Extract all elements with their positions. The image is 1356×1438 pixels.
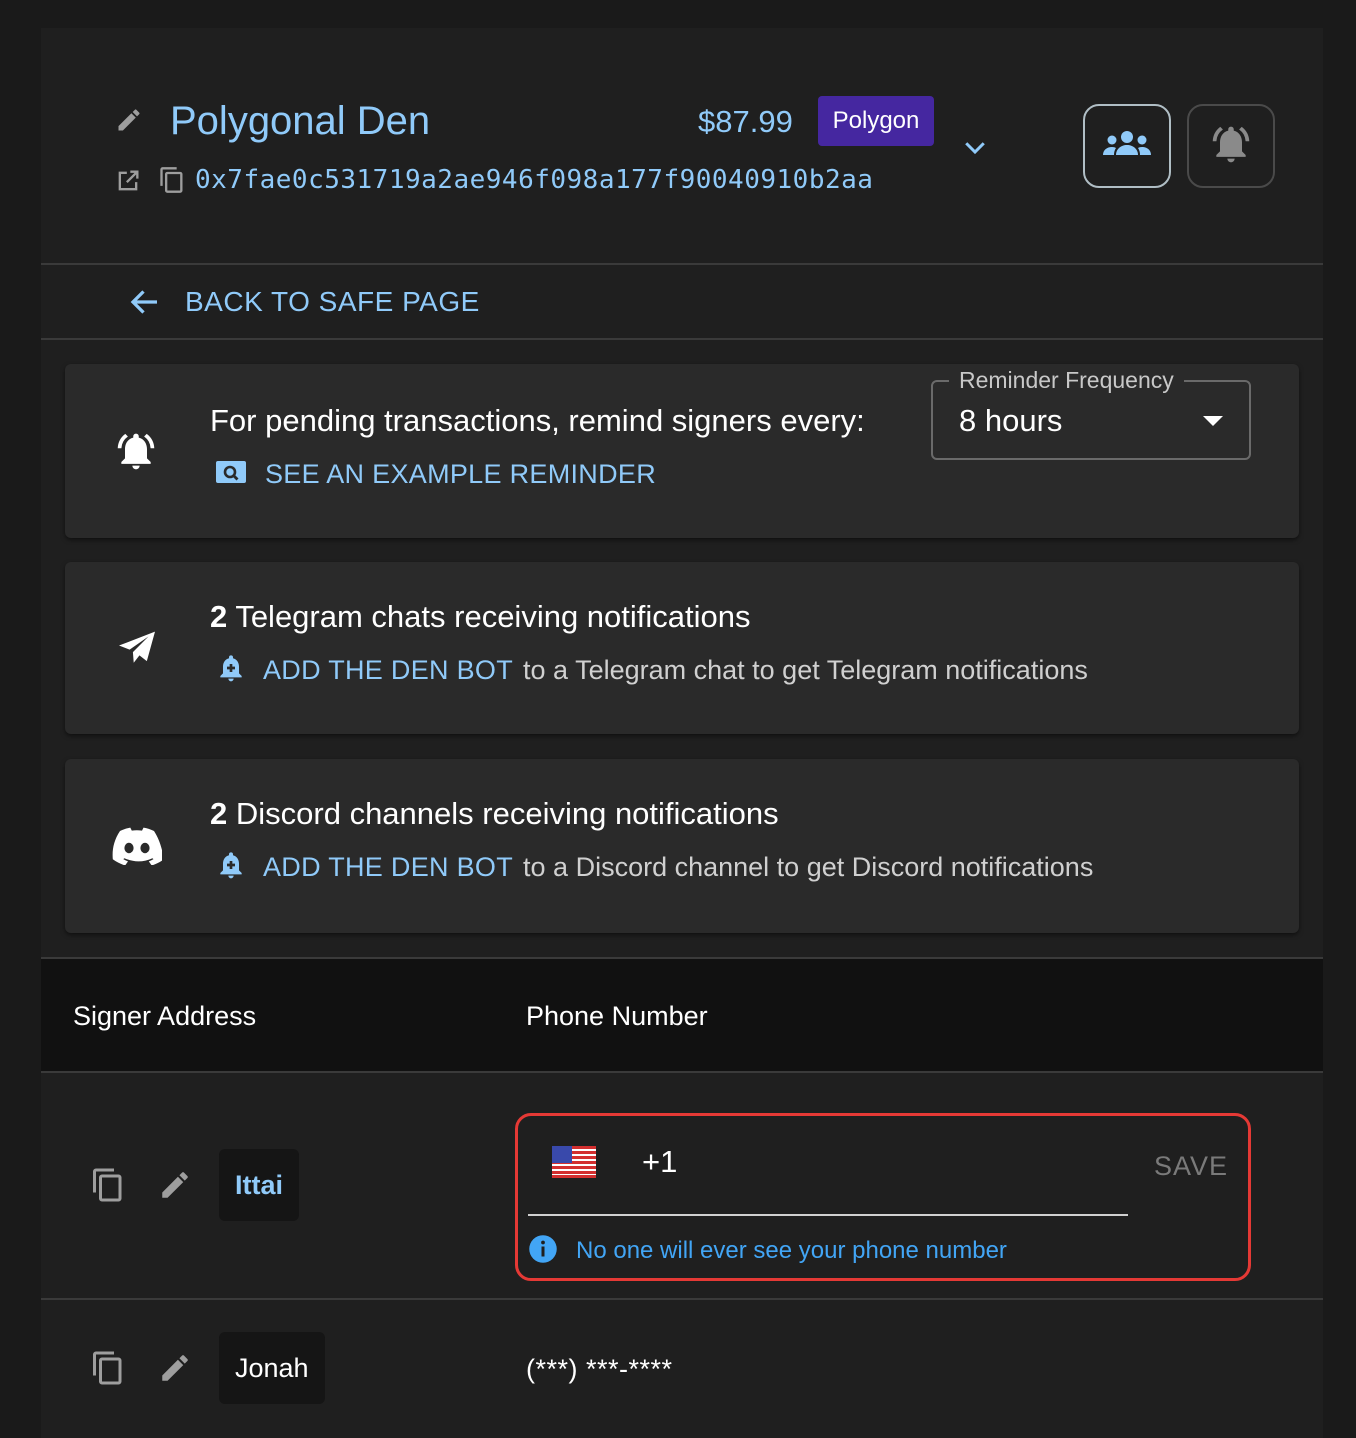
notifications-panel: Polygonal Den $87.99 Polygon 0x7fae0c531… — [41, 28, 1323, 1438]
chevron-down-icon[interactable] — [955, 130, 995, 164]
back-label: BACK TO SAFE PAGE — [185, 286, 480, 317]
table-row: Jonah (***) ***-**** — [41, 1300, 1323, 1438]
discord-add-bot-suffix: to a Discord channel to get Discord noti… — [523, 851, 1094, 882]
discord-card: 2 Discord channels receiving notificatio… — [65, 759, 1299, 933]
telegram-add-bot-suffix: to a Telegram chat to get Telegram notif… — [523, 654, 1088, 685]
info-icon — [528, 1234, 558, 1269]
external-link-icon[interactable] — [113, 166, 143, 196]
col-phone-number: Phone Number — [526, 1001, 708, 1031]
discord-count: 2 — [210, 796, 228, 831]
masked-phone-number[interactable]: (***) ***-**** — [526, 1352, 673, 1386]
bell-ringing-icon — [1209, 122, 1253, 171]
bot-add-icon — [215, 848, 247, 887]
nav-divider — [41, 338, 1323, 340]
phone-helper: No one will ever see your phone number — [528, 1234, 1007, 1268]
edit-icon[interactable] — [157, 1167, 193, 1203]
safe-name[interactable]: Polygonal Den — [170, 98, 430, 144]
safe-balance: $87.99 — [698, 104, 793, 139]
telegram-add-bot-row: ADD THE DEN BOT to a Telegram chat to ge… — [215, 650, 1088, 690]
group-icon — [1102, 129, 1152, 164]
edit-icon[interactable] — [157, 1350, 193, 1386]
notifications-button[interactable] — [1187, 104, 1275, 188]
save-button[interactable]: SAVE — [1154, 1150, 1228, 1182]
reminder-frequency-select[interactable]: Reminder Frequency 8 hours — [931, 366, 1251, 460]
telegram-icon — [115, 628, 159, 668]
signers-button[interactable] — [1083, 104, 1171, 188]
edit-name-icon[interactable] — [113, 104, 145, 136]
copy-icon[interactable] — [89, 1348, 127, 1388]
signers-table-header: Signer Address Phone Number — [41, 959, 1323, 1071]
example-reminder-link[interactable]: SEE AN EXAMPLE REMINDER — [215, 454, 656, 494]
safe-address: 0x7fae0c531719a2ae946f098a177f90040910b2… — [195, 165, 874, 195]
phone-input-group: +1 SAVE No one will ever see your phone … — [515, 1113, 1251, 1281]
telegram-add-bot-link[interactable]: ADD THE DEN BOT — [263, 655, 513, 686]
phone-input-underline — [528, 1214, 1128, 1216]
copy-icon[interactable] — [157, 164, 187, 196]
caret-down-icon — [1203, 416, 1223, 426]
us-flag-icon[interactable] — [552, 1146, 596, 1178]
phone-dial-code[interactable]: +1 — [642, 1144, 677, 1180]
chain-badge: Polygon — [818, 96, 934, 146]
back-to-safe-link[interactable]: BACK TO SAFE PAGE — [41, 265, 1323, 339]
reminder-prompt: For pending transactions, remind signers… — [210, 403, 865, 438]
col-signer-address: Signer Address — [73, 1001, 257, 1031]
discord-title-text: Discord channels receiving notifications — [235, 796, 779, 831]
example-reminder-label: SEE AN EXAMPLE REMINDER — [265, 458, 657, 489]
bell-ringing-icon — [111, 428, 161, 474]
telegram-title-text: Telegram chats receiving notifications — [235, 599, 751, 634]
table-row: Ittai +1 SAVE No one will ever see your … — [41, 1073, 1323, 1299]
telegram-card: 2 Telegram chats receiving notifications… — [65, 562, 1299, 734]
discord-icon — [111, 825, 163, 867]
telegram-title: 2 Telegram chats receiving notifications — [210, 598, 751, 636]
copy-icon[interactable] — [89, 1165, 127, 1205]
signer-name-chip[interactable]: Jonah — [219, 1332, 325, 1404]
reminder-frequency-value: 8 hours — [959, 403, 1063, 438]
telegram-count: 2 — [210, 599, 228, 634]
preview-icon — [215, 459, 247, 490]
signer-name-chip[interactable]: Ittai — [219, 1149, 300, 1221]
reminder-card: For pending transactions, remind signers… — [65, 364, 1299, 538]
discord-title: 2 Discord channels receiving notificatio… — [210, 795, 779, 833]
discord-add-bot-link[interactable]: ADD THE DEN BOT — [263, 852, 513, 883]
discord-add-bot-row: ADD THE DEN BOT to a Discord channel to … — [215, 847, 1093, 887]
safe-header: Polygonal Den $87.99 Polygon 0x7fae0c531… — [41, 28, 1323, 264]
arrow-left-icon — [125, 283, 165, 321]
bot-add-icon — [215, 651, 247, 690]
reminder-frequency-label: Reminder Frequency — [949, 366, 1184, 394]
phone-helper-text: No one will ever see your phone number — [576, 1237, 1007, 1264]
